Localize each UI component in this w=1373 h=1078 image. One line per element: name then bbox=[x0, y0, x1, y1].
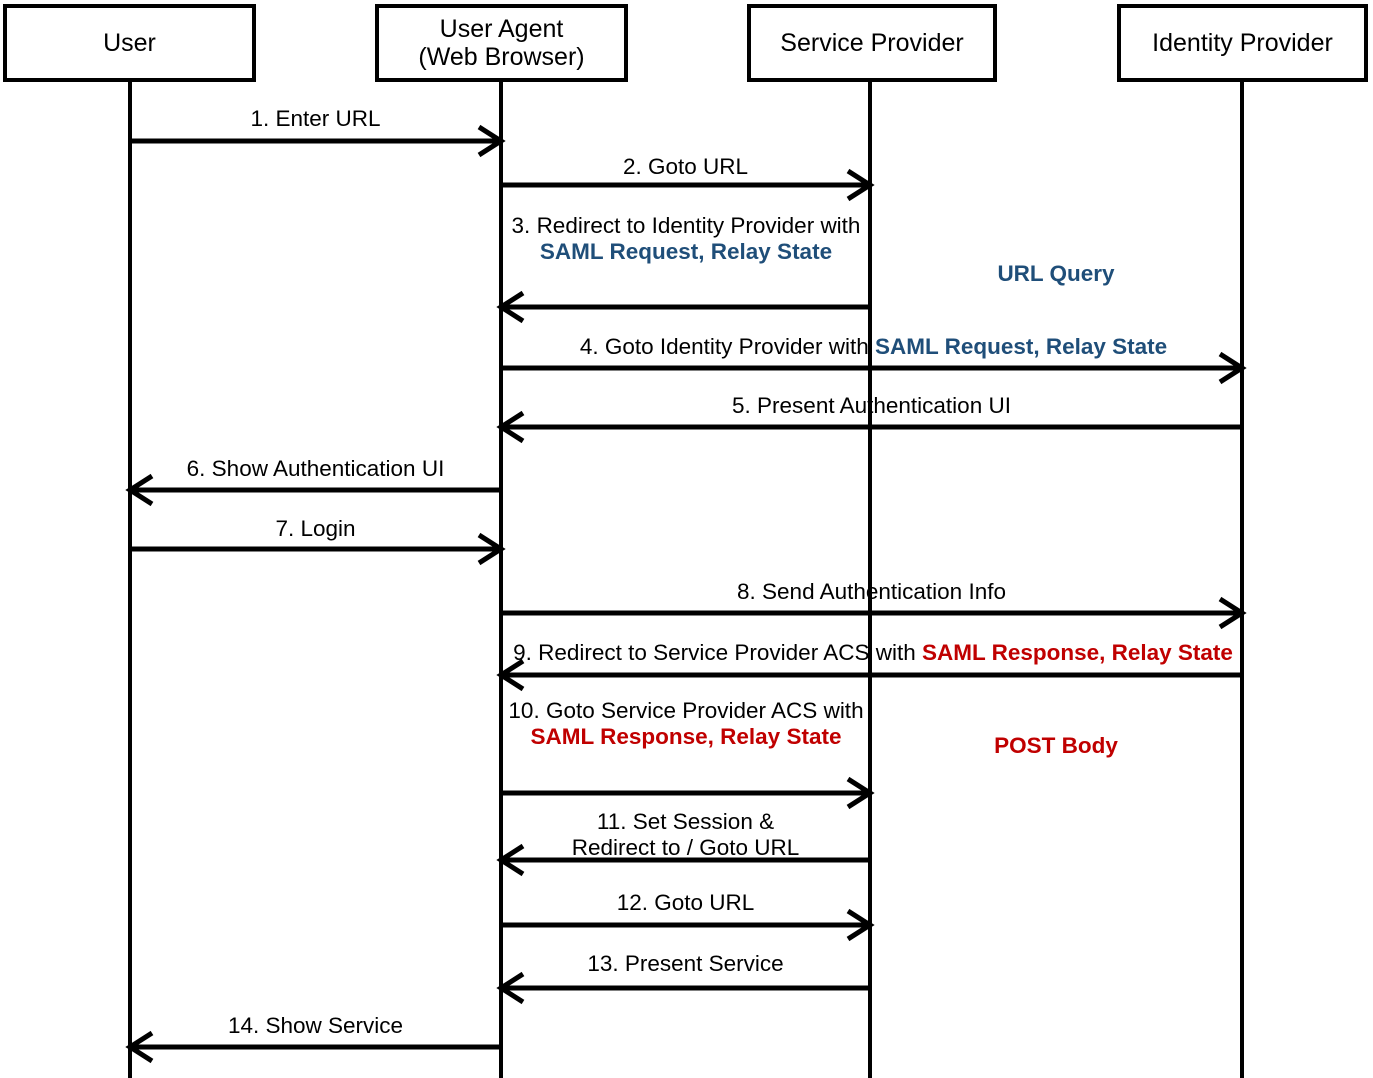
message-arrow-7 bbox=[130, 532, 506, 566]
diagram-canvas bbox=[125, 82, 1247, 1078]
message-arrow-3 bbox=[496, 290, 870, 324]
message-arrow-10 bbox=[501, 776, 875, 810]
message-arrow-1 bbox=[130, 124, 506, 158]
message-arrow-6 bbox=[125, 473, 501, 507]
actor-box-identity-provider[interactable]: Identity Provider bbox=[1117, 4, 1368, 82]
actor-label-identity-provider: Identity Provider bbox=[1152, 29, 1333, 57]
message-arrow-11 bbox=[496, 843, 870, 877]
actor-box-user[interactable]: User bbox=[3, 4, 256, 82]
message-arrow-2 bbox=[501, 168, 875, 202]
message-arrow-13 bbox=[496, 971, 870, 1005]
lifelines-group bbox=[128, 82, 1244, 1078]
actor-box-user-agent[interactable]: User Agent (Web Browser) bbox=[375, 4, 628, 82]
actor-label-user: User bbox=[103, 29, 156, 57]
sequence-diagram: User User Agent (Web Browser) Service Pr… bbox=[0, 0, 1373, 1078]
message-arrow-12 bbox=[501, 908, 875, 942]
actor-label-user-agent: User Agent (Web Browser) bbox=[418, 15, 585, 71]
arrows-group bbox=[125, 124, 1247, 1064]
actor-label-service-provider: Service Provider bbox=[780, 29, 964, 57]
actor-box-service-provider[interactable]: Service Provider bbox=[747, 4, 997, 82]
message-arrow-14 bbox=[125, 1030, 501, 1064]
